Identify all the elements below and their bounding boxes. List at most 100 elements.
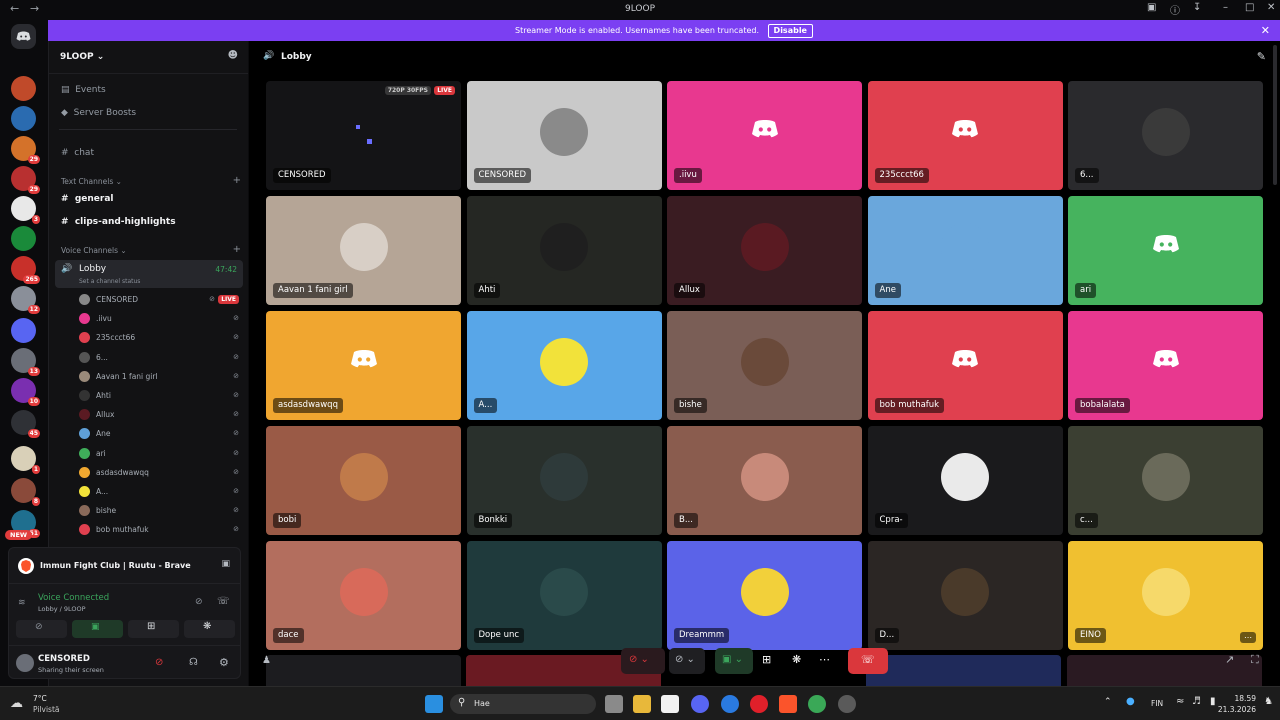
server-icon[interactable]: 29 — [11, 136, 40, 164]
server-icon[interactable] — [11, 106, 36, 131]
server-icon[interactable] — [11, 76, 36, 101]
channel-general[interactable]: # general — [61, 194, 113, 204]
voice-user[interactable]: Allux ⊘ — [79, 408, 239, 423]
clock-time[interactable]: 18.59 — [1218, 694, 1256, 703]
wifi-icon[interactable]: ≈ — [1176, 696, 1184, 707]
server-boosts-item[interactable]: ◆ Server Boosts — [61, 108, 136, 118]
task-view-icon[interactable] — [605, 695, 623, 713]
participant-tile[interactable]: Dope unc — [466, 541, 662, 650]
add-channel-icon[interactable]: + — [233, 244, 241, 255]
participant-tile[interactable]: c... — [1068, 426, 1263, 535]
participant-tile[interactable]: B... — [667, 426, 862, 535]
participant-tile[interactable]: 720P 30FPS LIVE CENSORED — [266, 81, 461, 190]
notepad-icon[interactable] — [661, 695, 679, 713]
participant-tile[interactable]: bobalalata — [1068, 311, 1263, 420]
discord-taskbar-icon[interactable] — [691, 695, 709, 713]
server-icon[interactable]: 3 — [11, 196, 40, 224]
popout-icon[interactable]: ↗ — [1225, 653, 1234, 666]
close-window-icon[interactable]: ✕ — [1267, 2, 1275, 13]
voice-channel-lobby[interactable]: 🔊 Lobby 47:42 Set a channel status — [55, 260, 243, 288]
participant-tile[interactable]: D... — [867, 541, 1063, 650]
avatar[interactable] — [16, 654, 34, 672]
server-icon[interactable]: 1 — [11, 446, 40, 474]
server-icon[interactable]: 45 — [11, 410, 40, 438]
help-icon[interactable]: ⓘ — [1170, 2, 1180, 17]
soundboard-button[interactable]: ❋ — [787, 648, 809, 674]
voice-user[interactable]: A... ⊘ — [79, 485, 239, 500]
participant-tile[interactable]: Ahti — [466, 196, 662, 305]
participant-tile[interactable]: dace — [266, 541, 461, 650]
voice-user[interactable]: Ahti ⊘ — [79, 389, 239, 404]
voice-user[interactable]: Aavan 1 fani girl ⊘ — [79, 370, 239, 385]
voice-user[interactable]: 6... ⊘ — [79, 351, 239, 366]
brave-icon[interactable] — [779, 695, 797, 713]
screen-share-button[interactable]: ▣ — [72, 620, 123, 638]
noise-suppression-icon[interactable]: ⊘ — [195, 597, 203, 607]
file-explorer-icon[interactable] — [633, 695, 651, 713]
minimize-icon[interactable]: – — [1223, 2, 1228, 13]
participant-tile[interactable]: EINO ⋯ — [1068, 541, 1263, 650]
server-icon[interactable]: 12 — [11, 286, 40, 314]
participant-tile[interactable]: .iivu — [667, 81, 862, 190]
search-box[interactable]: ⚲ Hae — [450, 694, 596, 714]
windows-start-icon[interactable] — [425, 695, 443, 713]
mic-muted-icon[interactable]: ⊘ — [155, 657, 163, 668]
server-header[interactable]: 9LOOP ⌄ ☻ — [49, 41, 248, 74]
text-channels-category[interactable]: Text Channels ⌄ + — [61, 175, 241, 186]
voice-user[interactable]: .iivu ⊘ — [79, 312, 239, 327]
participant-tile[interactable]: Aavan 1 fani girl — [266, 196, 461, 305]
channel-status[interactable]: Set a channel status — [79, 278, 140, 285]
voice-user[interactable]: 235ccct66 ⊘ — [79, 331, 239, 346]
close-banner-icon[interactable]: ✕ — [1261, 20, 1270, 41]
voice-location[interactable]: Lobby / 9LOOP — [38, 605, 86, 613]
more-dots-icon[interactable]: ⋯ — [1240, 632, 1256, 643]
participant-tile[interactable]: CENSORED — [466, 81, 662, 190]
weather-desc[interactable]: Pilvistä — [33, 705, 60, 714]
headphones-icon[interactable]: ☊ — [189, 657, 198, 668]
mute-button[interactable]: ⊘ ⌄ — [621, 648, 665, 674]
server-icon[interactable] — [11, 318, 36, 343]
notification-bell-icon[interactable]: ♞ — [1264, 696, 1273, 707]
server-icon[interactable]: 8 — [11, 478, 40, 506]
settings-gear-icon[interactable]: ⚙ — [219, 656, 229, 669]
scrollbar[interactable] — [1273, 45, 1277, 185]
voice-user[interactable]: CENSORED ⊘ LIVE — [79, 293, 239, 308]
volume-icon[interactable]: ♬ — [1192, 696, 1201, 707]
messenger-icon[interactable] — [721, 695, 739, 713]
participant-tile[interactable]: bobi — [266, 426, 461, 535]
chevron-up-icon[interactable]: ⌃ — [1104, 697, 1112, 707]
voice-user[interactable]: Ane ⊘ — [79, 427, 239, 442]
participant-tile[interactable]: bishe — [667, 311, 862, 420]
participant-tile[interactable]: 6... — [1068, 81, 1263, 190]
participant-tile[interactable]: 235ccct66 — [867, 81, 1063, 190]
activities-button[interactable]: ⊞ — [757, 648, 779, 674]
microphone-icon[interactable]: ● — [1126, 696, 1135, 707]
chrome-icon[interactable] — [808, 695, 826, 713]
add-channel-icon[interactable]: + — [233, 175, 241, 186]
more-options-button[interactable]: ⋯ — [815, 648, 837, 674]
chat-bubble-icon[interactable]: ✎ — [1257, 50, 1266, 63]
activity-screen-icon[interactable]: ▣ — [221, 559, 230, 569]
channel-chat[interactable]: # chat — [61, 148, 94, 158]
voice-user[interactable]: bishe ⊘ — [79, 504, 239, 519]
events-item[interactable]: ▤ Events — [61, 85, 106, 95]
soundboard-button[interactable]: ❋ — [184, 620, 235, 638]
participant-tile[interactable]: ari — [1068, 196, 1263, 305]
add-people-icon[interactable]: ♟ — [262, 655, 271, 666]
clock-date[interactable]: 21.3.2026 — [1214, 705, 1256, 714]
voice-user[interactable]: ari ⊘ — [79, 447, 239, 462]
disconnect-call-button[interactable]: ☏ — [848, 648, 888, 674]
inbox-icon[interactable]: ▣ — [1147, 2, 1156, 13]
steam-icon[interactable] — [838, 695, 856, 713]
participant-tile[interactable]: Cpra- — [867, 426, 1063, 535]
activities-button[interactable]: ⊞ — [128, 620, 179, 638]
participant-tile[interactable]: asdasdwawqq — [266, 311, 461, 420]
camera-button[interactable]: ⊘ — [16, 620, 67, 638]
screen-share-button[interactable]: ▣ ⌄ — [715, 648, 753, 674]
opera-icon[interactable] — [750, 695, 768, 713]
channel-clips[interactable]: # clips-and-highlights — [61, 217, 176, 227]
participant-tile[interactable]: Dreammm — [667, 541, 862, 650]
voice-channels-category[interactable]: Voice Channels ⌄ + — [61, 244, 241, 255]
server-icon[interactable]: 13 — [11, 348, 40, 376]
add-member-icon[interactable]: ☻ — [228, 50, 238, 61]
